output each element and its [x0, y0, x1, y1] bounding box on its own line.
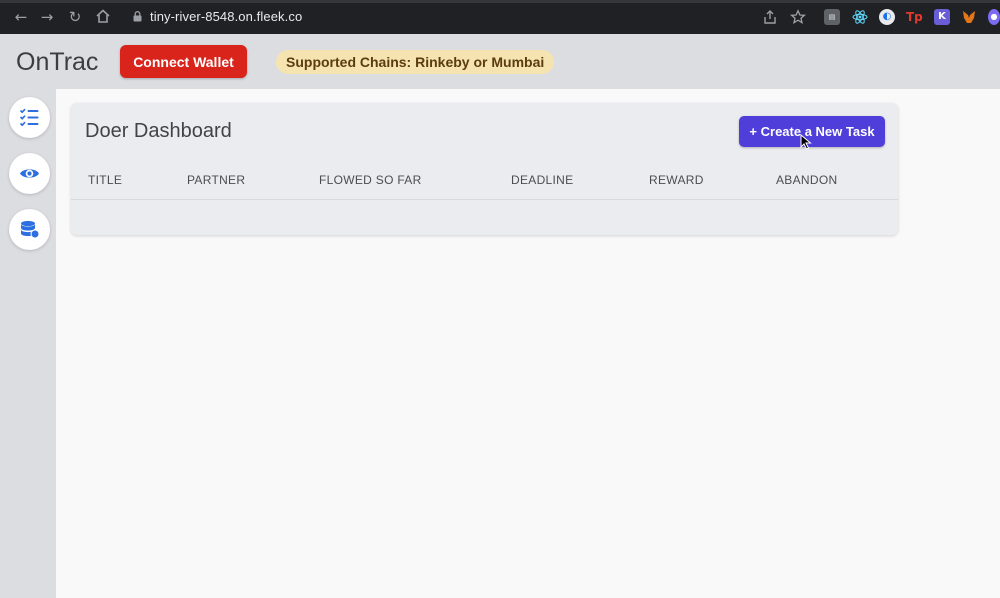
task-table-body: [71, 200, 898, 235]
column-header-reward: REWARD: [649, 173, 704, 187]
k-extension-icon[interactable]: K: [934, 9, 950, 25]
sidebar: [0, 89, 56, 598]
brand-logo[interactable]: OnTrac: [16, 48, 98, 77]
tp-extension-icon[interactable]: Tp: [906, 9, 923, 25]
column-header-title: TITLE: [88, 173, 123, 187]
connect-wallet-button[interactable]: Connect Wallet: [120, 45, 247, 78]
eye-icon: [20, 169, 39, 178]
tab-strip-edge: [0, 0, 1000, 3]
sidebar-item-funds[interactable]: [9, 209, 50, 250]
checklist-icon: [19, 108, 39, 127]
react-icon[interactable]: [852, 9, 868, 25]
column-header-flowed: FLOWED SO FAR: [319, 173, 422, 187]
app-header: OnTrac Connect Wallet Supported Chains: …: [0, 34, 1000, 89]
coins-icon: [21, 220, 40, 239]
star-icon[interactable]: [790, 9, 806, 25]
metamask-icon[interactable]: [961, 9, 977, 25]
lock-icon[interactable]: [133, 11, 142, 22]
mouse-cursor-icon: [800, 134, 812, 150]
doer-dashboard-card: Doer Dashboard + Create a New Task TITLE…: [71, 103, 898, 235]
column-header-deadline: DEADLINE: [511, 173, 574, 187]
home-icon[interactable]: [94, 8, 112, 26]
share-icon[interactable]: [762, 9, 778, 25]
address-bar[interactable]: tiny-river-8548.on.fleek.co: [150, 9, 302, 24]
sidebar-item-tasks[interactable]: [9, 97, 50, 138]
reload-icon[interactable]: ↻: [66, 8, 84, 26]
create-task-button[interactable]: + Create a New Task: [739, 116, 885, 147]
sidebar-item-watch[interactable]: [9, 153, 50, 194]
forward-icon[interactable]: →: [38, 8, 56, 26]
back-icon[interactable]: ←: [12, 8, 30, 26]
ext-icon-3[interactable]: ◐: [879, 9, 895, 25]
column-header-partner: PARTNER: [187, 173, 246, 187]
ext-icon-1[interactable]: ▤: [824, 9, 840, 25]
supported-chains-badge: Supported Chains: Rinkeby or Mumbai: [276, 50, 555, 74]
page-title: Doer Dashboard: [85, 120, 232, 142]
column-header-abandon: ABANDON: [776, 173, 838, 187]
browser-toolbar: ← → ↻ tiny-river-8548.on.fleek.co ▤ ◐ Tp…: [0, 0, 1000, 34]
ext-icon-7[interactable]: ●: [988, 9, 1000, 25]
